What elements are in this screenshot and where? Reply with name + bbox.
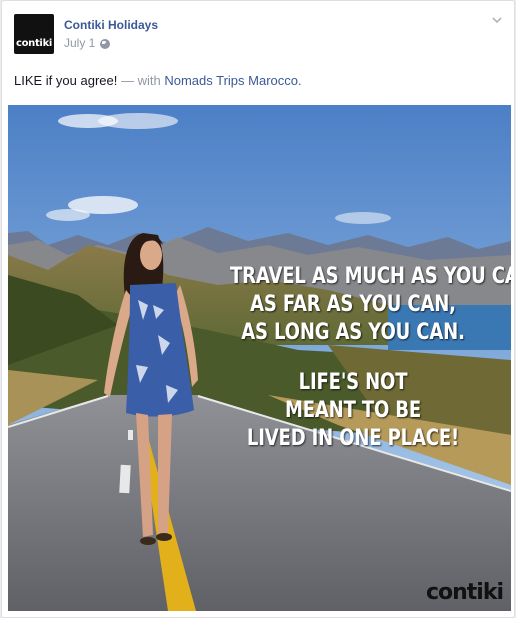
quote-line: MEANT TO BE [284, 398, 422, 423]
chevron-down-icon[interactable] [492, 15, 502, 25]
post-card: contiki Contiki Holidays July 1 LIKE if … [1, 0, 515, 618]
photo-scene [8, 105, 511, 611]
post-message: LIKE if you agree! — with Nomads Trips M… [14, 73, 302, 88]
post-message-text: LIKE if you agree! [14, 73, 118, 88]
quote-line: TRAVEL AS MUCH AS YOU CAN, [230, 264, 511, 289]
tagged-page-link[interactable]: Nomads Trips Marocco. [164, 73, 301, 88]
quote-line: AS LONG AS YOU CAN. [241, 320, 465, 345]
with-separator: — [120, 73, 134, 88]
page-avatar[interactable]: contiki [14, 14, 54, 54]
post-date-link[interactable]: July 1 [64, 36, 95, 50]
avatar-logo-text: contiki [15, 38, 53, 49]
quote-line: LIFE'S NOT [298, 370, 408, 395]
quote-line: LIVED IN ONE PLACE! [246, 426, 460, 451]
with-word: with [137, 73, 161, 88]
quote-block-2: LIFE'S NOT MEANT TO BE LIVED IN ONE PLAC… [230, 369, 476, 453]
globe-icon[interactable] [100, 39, 111, 49]
quote-block-1: TRAVEL AS MUCH AS YOU CAN, AS FAR AS YOU… [230, 263, 511, 347]
post-photo[interactable]: TRAVEL AS MUCH AS YOU CAN, AS FAR AS YOU… [8, 105, 511, 611]
contiki-watermark: contiki [425, 580, 504, 605]
page-name-link[interactable]: Contiki Holidays [64, 18, 158, 32]
post-meta: July 1 [64, 36, 111, 50]
quote-line: AS FAR AS YOU CAN, [250, 292, 456, 317]
